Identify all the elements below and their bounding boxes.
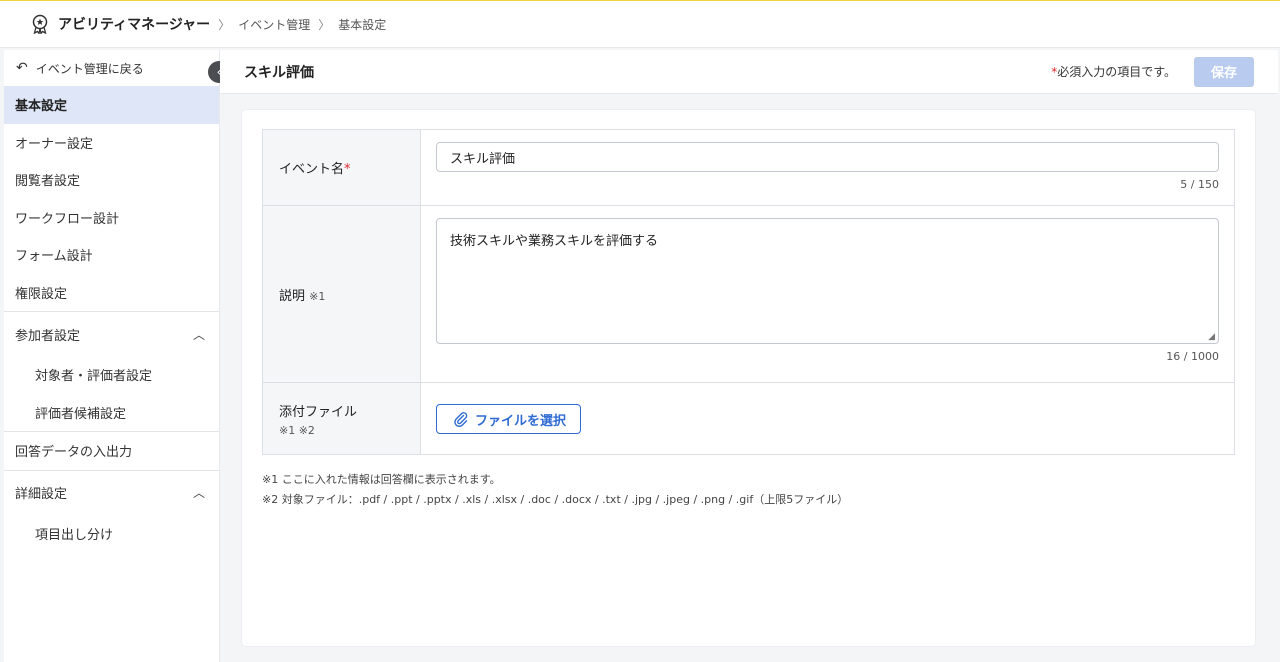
resize-handle-icon[interactable]: ◢ bbox=[1208, 332, 1215, 342]
sidebar: ↶ イベント管理に戻る 基本設定 オーナー設定 閲覧者設定 ワークフロー設計 フ… bbox=[4, 50, 220, 662]
sidebar-item-label: 基本設定 bbox=[15, 99, 68, 115]
undo-arrow-icon: ↶ bbox=[16, 60, 28, 76]
sidebar-item-target-evaluator-settings[interactable]: 対象者・評価者設定 bbox=[4, 356, 219, 394]
save-button[interactable]: 保存 bbox=[1194, 56, 1254, 87]
breadcrumb-separator-icon: 〉 bbox=[218, 17, 231, 32]
event-name-value: スキル評価 bbox=[450, 151, 516, 167]
description-value: 技術スキルや業務スキルを評価する bbox=[450, 234, 659, 249]
sidebar-item-label: 権限設定 bbox=[15, 286, 68, 302]
back-to-event-management-link[interactable]: ↶ イベント管理に戻る bbox=[4, 50, 219, 86]
sidebar-item-label: 回答データの入出力 bbox=[15, 445, 133, 461]
sidebar-item-item-branching[interactable]: 項目出し分け bbox=[4, 515, 219, 553]
form-row-event-name: イベント名* スキル評価 5 / 150 bbox=[263, 130, 1234, 206]
sidebar-item-label: 評価者候補設定 bbox=[35, 406, 127, 422]
attachment-label: 添付ファイル bbox=[279, 404, 358, 420]
sidebar-item-label: オーナー設定 bbox=[15, 136, 94, 152]
sidebar-item-form-design[interactable]: フォーム設計 bbox=[4, 236, 219, 274]
form-card: イベント名* スキル評価 5 / 150 説明 ※1 技術スキルや業務スキルを評… bbox=[242, 110, 1255, 646]
sidebar-item-label: 参加者設定 bbox=[15, 328, 81, 344]
field-cell-attachment: ファイルを選択 bbox=[421, 383, 1234, 454]
breadcrumb-basic-settings: 基本設定 bbox=[338, 17, 387, 32]
sidebar-item-workflow-design[interactable]: ワークフロー設計 bbox=[4, 199, 219, 237]
chevron-up-icon: ︿ bbox=[192, 486, 205, 500]
sidebar-group-participant-settings[interactable]: 参加者設定 ︿ bbox=[4, 312, 219, 356]
page-header: スキル評価 *必須入力の項目です。 保存 bbox=[220, 50, 1278, 94]
required-note: *必須入力の項目です。 bbox=[1051, 63, 1176, 80]
description-note: ※1 bbox=[309, 289, 326, 303]
field-label-event-name: イベント名* bbox=[263, 130, 421, 205]
sidebar-item-label: フォーム設計 bbox=[15, 249, 93, 265]
sidebar-item-label: 対象者・評価者設定 bbox=[35, 369, 153, 385]
description-label: 説明 bbox=[279, 288, 306, 304]
form-row-attachment: 添付ファイル ※1 ※2 ファイルを選択 bbox=[263, 383, 1234, 454]
form-row-description: 説明 ※1 技術スキルや業務スキルを評価する ◢ 16 / 1000 bbox=[263, 206, 1234, 383]
required-asterisk: * bbox=[344, 162, 351, 177]
award-badge-icon bbox=[30, 13, 50, 35]
back-link-label: イベント管理に戻る bbox=[35, 61, 144, 76]
attachment-note: ※1 ※2 bbox=[279, 423, 315, 437]
sidebar-item-label: 項目出し分け bbox=[35, 527, 114, 543]
breadcrumb-separator-icon: 〉 bbox=[318, 17, 331, 32]
footnotes: ※1 ここに入れた情報は回答欄に表示されます。 ※2 対象ファイル：.pdf /… bbox=[262, 470, 848, 510]
sidebar-item-label: 詳細設定 bbox=[15, 487, 68, 502]
breadcrumb-event-management[interactable]: イベント管理 bbox=[238, 16, 310, 33]
required-note-text: 必須入力の項目です。 bbox=[1057, 65, 1176, 79]
event-name-char-counter: 5 / 150 bbox=[1180, 178, 1219, 191]
top-bar: アビリティマネージャー 〉 イベント管理 〉 基本設定 bbox=[0, 0, 1280, 48]
choose-file-label: ファイルを選択 bbox=[475, 413, 567, 429]
paperclip-icon bbox=[454, 412, 468, 427]
field-label-attachment: 添付ファイル ※1 ※2 bbox=[263, 383, 421, 454]
sidebar-item-label: ワークフロー設計 bbox=[15, 211, 120, 227]
event-name-input[interactable]: スキル評価 bbox=[436, 142, 1219, 172]
choose-file-button[interactable]: ファイルを選択 bbox=[436, 404, 582, 434]
description-char-counter: 16 / 1000 bbox=[1166, 350, 1219, 363]
field-label-description: 説明 ※1 bbox=[263, 206, 421, 382]
footnote-1: ※1 ここに入れた情報は回答欄に表示されます。 bbox=[262, 473, 501, 486]
app-name[interactable]: アビリティマネージャー bbox=[58, 14, 210, 34]
sidebar-item-permission-settings[interactable]: 権限設定 bbox=[4, 274, 219, 312]
chevron-up-icon: ︿ bbox=[192, 327, 205, 342]
page-title: スキル評価 bbox=[244, 64, 314, 81]
form-table: イベント名* スキル評価 5 / 150 説明 ※1 技術スキルや業務スキルを評… bbox=[262, 129, 1235, 455]
field-cell-description: 技術スキルや業務スキルを評価する ◢ 16 / 1000 bbox=[421, 206, 1234, 382]
sidebar-item-response-data-io[interactable]: 回答データの入出力 bbox=[4, 432, 219, 470]
field-cell-event-name: スキル評価 5 / 150 bbox=[421, 130, 1234, 205]
description-textarea[interactable]: 技術スキルや業務スキルを評価する ◢ bbox=[436, 218, 1219, 344]
sidebar-item-owner-settings[interactable]: オーナー設定 bbox=[4, 124, 219, 162]
sidebar-item-label: 閲覧者設定 bbox=[15, 174, 81, 190]
sidebar-item-viewer-settings[interactable]: 閲覧者設定 bbox=[4, 161, 219, 199]
footnote-2: ※2 対象ファイル：.pdf / .ppt / .pptx / .xls / .… bbox=[262, 493, 849, 506]
sidebar-group-detail-settings[interactable]: 詳細設定 ︿ bbox=[4, 471, 219, 515]
sidebar-item-evaluator-candidate-settings[interactable]: 評価者候補設定 bbox=[4, 394, 219, 432]
sidebar-item-basic-settings[interactable]: 基本設定 bbox=[4, 86, 219, 124]
event-name-label: イベント名 bbox=[279, 162, 345, 177]
